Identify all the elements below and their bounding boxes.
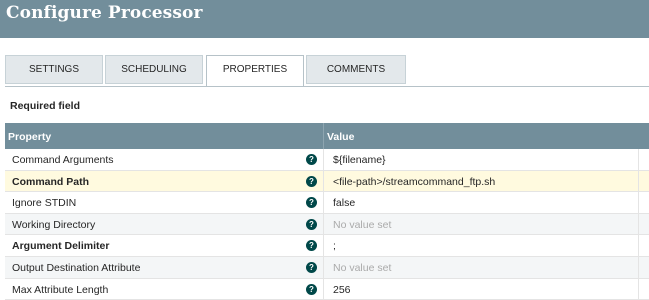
properties-grid: Property Value Command Arguments? ${filen…	[5, 123, 649, 300]
property-value[interactable]: No value set	[333, 219, 391, 231]
cell-divider	[638, 192, 639, 213]
cell-divider	[323, 235, 324, 256]
property-name: Output Destination Attribute	[12, 261, 141, 274]
property-name: Argument Delimiter	[12, 240, 110, 253]
column-divider[interactable]	[323, 123, 324, 149]
grid-body: Command Arguments? ${filename} Command Pat…	[5, 149, 649, 300]
cell-divider	[638, 278, 639, 300]
question-circle-icon[interactable]: ?	[306, 197, 317, 209]
property-row[interactable]: Output Destination Attribute? No value se…	[5, 256, 649, 279]
cell-divider	[638, 235, 639, 256]
cell-divider	[638, 256, 639, 278]
dialog-header: Configure Processor	[0, 0, 649, 38]
dialog-title: Configure Processor	[6, 3, 203, 23]
question-circle-icon[interactable]: ?	[306, 218, 317, 230]
property-value[interactable]: 256	[333, 284, 351, 296]
question-circle-icon[interactable]: ?	[306, 154, 317, 165]
cell-divider	[638, 170, 639, 192]
property-name: Max Attribute Length	[12, 283, 109, 296]
column-header-property[interactable]: Property	[8, 131, 51, 143]
tab-scheduling[interactable]: SCHEDULING	[105, 55, 203, 84]
property-value[interactable]: false	[333, 197, 355, 209]
tab-comments[interactable]: COMMENTS	[306, 55, 406, 84]
property-row[interactable]: Working Directory? No value set	[5, 213, 649, 236]
cell-divider	[323, 149, 324, 170]
cell-divider	[323, 213, 324, 235]
cell-divider	[323, 170, 324, 192]
property-row[interactable]: Ignore STDIN? false	[5, 192, 649, 214]
property-name: Working Directory	[12, 218, 96, 231]
cell-divider	[323, 192, 324, 213]
column-header-value[interactable]: Value	[327, 131, 354, 143]
property-name: Command Path	[12, 175, 90, 188]
required-field-note: Required field	[10, 100, 81, 112]
property-name: Command Arguments	[12, 154, 114, 166]
cell-divider	[323, 278, 324, 300]
property-row[interactable]: Command Arguments? ${filename}	[5, 149, 649, 171]
tab-properties[interactable]: PROPERTIES	[206, 55, 304, 87]
grid-header: Property Value	[5, 123, 649, 149]
property-name: Ignore STDIN	[12, 197, 77, 210]
cell-divider	[638, 149, 639, 170]
property-row[interactable]: Max Attribute Length? 256	[5, 278, 649, 300]
property-value[interactable]: ;	[333, 240, 336, 252]
cell-divider	[323, 256, 324, 278]
question-circle-icon[interactable]: ?	[306, 283, 317, 295]
tab-settings[interactable]: SETTINGS	[5, 55, 103, 84]
property-row[interactable]: Command Path? <file-path>/streamcommand_f…	[5, 170, 649, 193]
cell-divider	[638, 213, 639, 235]
question-circle-icon[interactable]: ?	[306, 175, 317, 187]
question-circle-icon[interactable]: ?	[306, 240, 317, 252]
property-value[interactable]: ${filename}	[333, 154, 386, 166]
property-row[interactable]: Argument Delimiter?;	[5, 235, 649, 257]
property-value[interactable]: No value set	[333, 262, 391, 274]
question-circle-icon[interactable]: ?	[306, 261, 317, 273]
property-value[interactable]: <file-path>/streamcommand_ftp.sh	[333, 176, 495, 188]
tab-divider	[5, 86, 649, 87]
